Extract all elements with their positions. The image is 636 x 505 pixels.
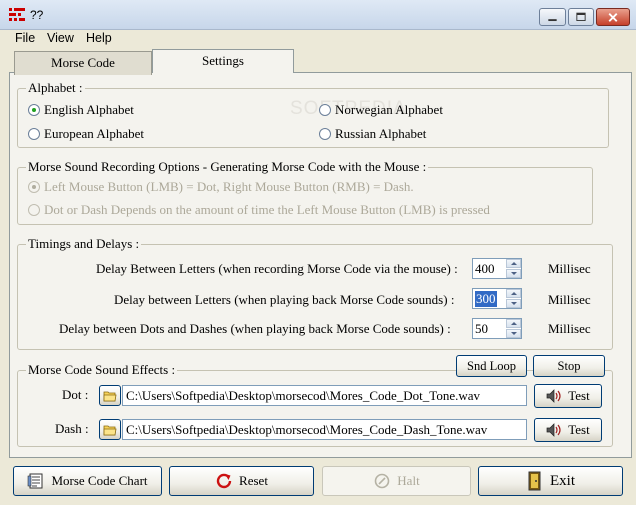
maximize-button[interactable] (568, 8, 594, 26)
spin-up-button[interactable] (506, 289, 521, 298)
timings-legend: Timings and Delays : (26, 236, 142, 252)
norwegian-alphabet-label[interactable]: Norwegian Alphabet (335, 102, 443, 118)
chart-icon (28, 473, 43, 489)
snd-loop-label: Snd Loop (467, 358, 516, 373)
morse-code-chart-button[interactable]: Morse Code Chart (13, 466, 162, 496)
snd-loop-button[interactable]: Snd Loop (456, 355, 527, 377)
recording-options-legend: Morse Sound Recording Options - Generati… (26, 159, 429, 175)
reset-label: Reset (239, 473, 268, 488)
close-icon (608, 13, 618, 22)
tab-settings[interactable]: Settings (152, 49, 294, 73)
exit-button[interactable]: Exit (478, 466, 623, 496)
speaker-icon (546, 389, 561, 403)
norwegian-alphabet-radio[interactable] (319, 104, 331, 116)
stop-button[interactable]: Stop (533, 355, 605, 377)
folder-icon (103, 425, 117, 435)
halt-icon (374, 473, 390, 489)
halt-button[interactable]: Halt (322, 466, 471, 496)
delay-letters-recording-unit: Millisec (548, 261, 591, 276)
exit-door-icon (528, 471, 541, 491)
minimize-icon (548, 19, 557, 22)
lmb-duration-radio[interactable] (28, 204, 40, 216)
lmb-rmb-label[interactable]: Left Mouse Button (LMB) = Dot, Right Mou… (44, 179, 414, 195)
dot-label: Dot : (62, 387, 89, 402)
dash-label: Dash : (55, 421, 89, 436)
delay-letters-playback-value[interactable]: 300 (475, 291, 497, 307)
halt-label: Halt (397, 473, 420, 488)
european-alphabet-label[interactable]: European Alphabet (44, 126, 144, 142)
reset-icon (216, 473, 232, 489)
reset-button[interactable]: Reset (169, 466, 314, 496)
stop-label: Stop (557, 358, 581, 373)
delay-letters-playback-unit: Millisec (548, 292, 591, 307)
dash-sound-path-field[interactable]: C:\Users\Softpedia\Desktop\morsecod\More… (122, 419, 527, 440)
dash-test-button[interactable]: Test (534, 418, 602, 442)
menu-view[interactable]: View (47, 30, 74, 48)
close-button[interactable] (596, 8, 630, 26)
menu-file[interactable]: File (15, 30, 35, 48)
lmb-rmb-radio[interactable] (28, 181, 40, 193)
dash-browse-button[interactable] (99, 419, 121, 440)
tab-morse-code[interactable]: Morse Code (14, 51, 152, 75)
dot-browse-button[interactable] (99, 385, 121, 406)
maximize-icon (576, 12, 586, 21)
spin-down-button[interactable] (506, 269, 521, 278)
speaker-icon (546, 423, 561, 437)
delay-letters-recording-label: Delay Between Letters (when recording Mo… (96, 261, 458, 276)
minimize-button[interactable] (539, 8, 566, 26)
english-alphabet-label[interactable]: English Alphabet (44, 102, 134, 118)
russian-alphabet-label[interactable]: Russian Alphabet (335, 126, 426, 142)
delay-dots-dashes-value[interactable]: 50 (475, 321, 488, 337)
menu-help[interactable]: Help (86, 30, 112, 48)
sound-effects-legend: Morse Code Sound Effects : (26, 362, 178, 378)
delay-letters-recording-spin[interactable]: 400 (472, 258, 522, 279)
spin-down-button[interactable] (506, 329, 521, 338)
lmb-duration-label[interactable]: Dot or Dash Depends on the amount of tim… (44, 202, 490, 218)
delay-letters-playback-spin[interactable]: 300 (472, 288, 522, 309)
european-alphabet-radio[interactable] (28, 128, 40, 140)
spin-down-button[interactable] (506, 299, 521, 308)
dot-test-label: Test (568, 388, 590, 403)
delay-dots-dashes-unit: Millisec (548, 321, 591, 336)
delay-dots-dashes-label: Delay between Dots and Dashes (when play… (59, 321, 451, 336)
delay-dots-dashes-spin[interactable]: 50 (472, 318, 522, 339)
spin-up-button[interactable] (506, 259, 521, 268)
folder-icon (103, 391, 117, 401)
app-icon (9, 8, 25, 21)
dash-test-label: Test (568, 422, 590, 437)
alphabet-legend: Alphabet : (26, 80, 85, 96)
spin-up-button[interactable] (506, 319, 521, 328)
english-alphabet-radio[interactable] (28, 104, 40, 116)
dot-test-button[interactable]: Test (534, 384, 602, 408)
delay-letters-playback-label: Delay between Letters (when playing back… (114, 292, 455, 307)
delay-letters-recording-value[interactable]: 400 (475, 261, 495, 277)
window-title: ?? (30, 8, 44, 22)
dot-sound-path-field[interactable]: C:\Users\Softpedia\Desktop\morsecod\More… (122, 385, 527, 406)
russian-alphabet-radio[interactable] (319, 128, 331, 140)
exit-label: Exit (550, 472, 575, 489)
morse-code-chart-label: Morse Code Chart (51, 473, 148, 488)
